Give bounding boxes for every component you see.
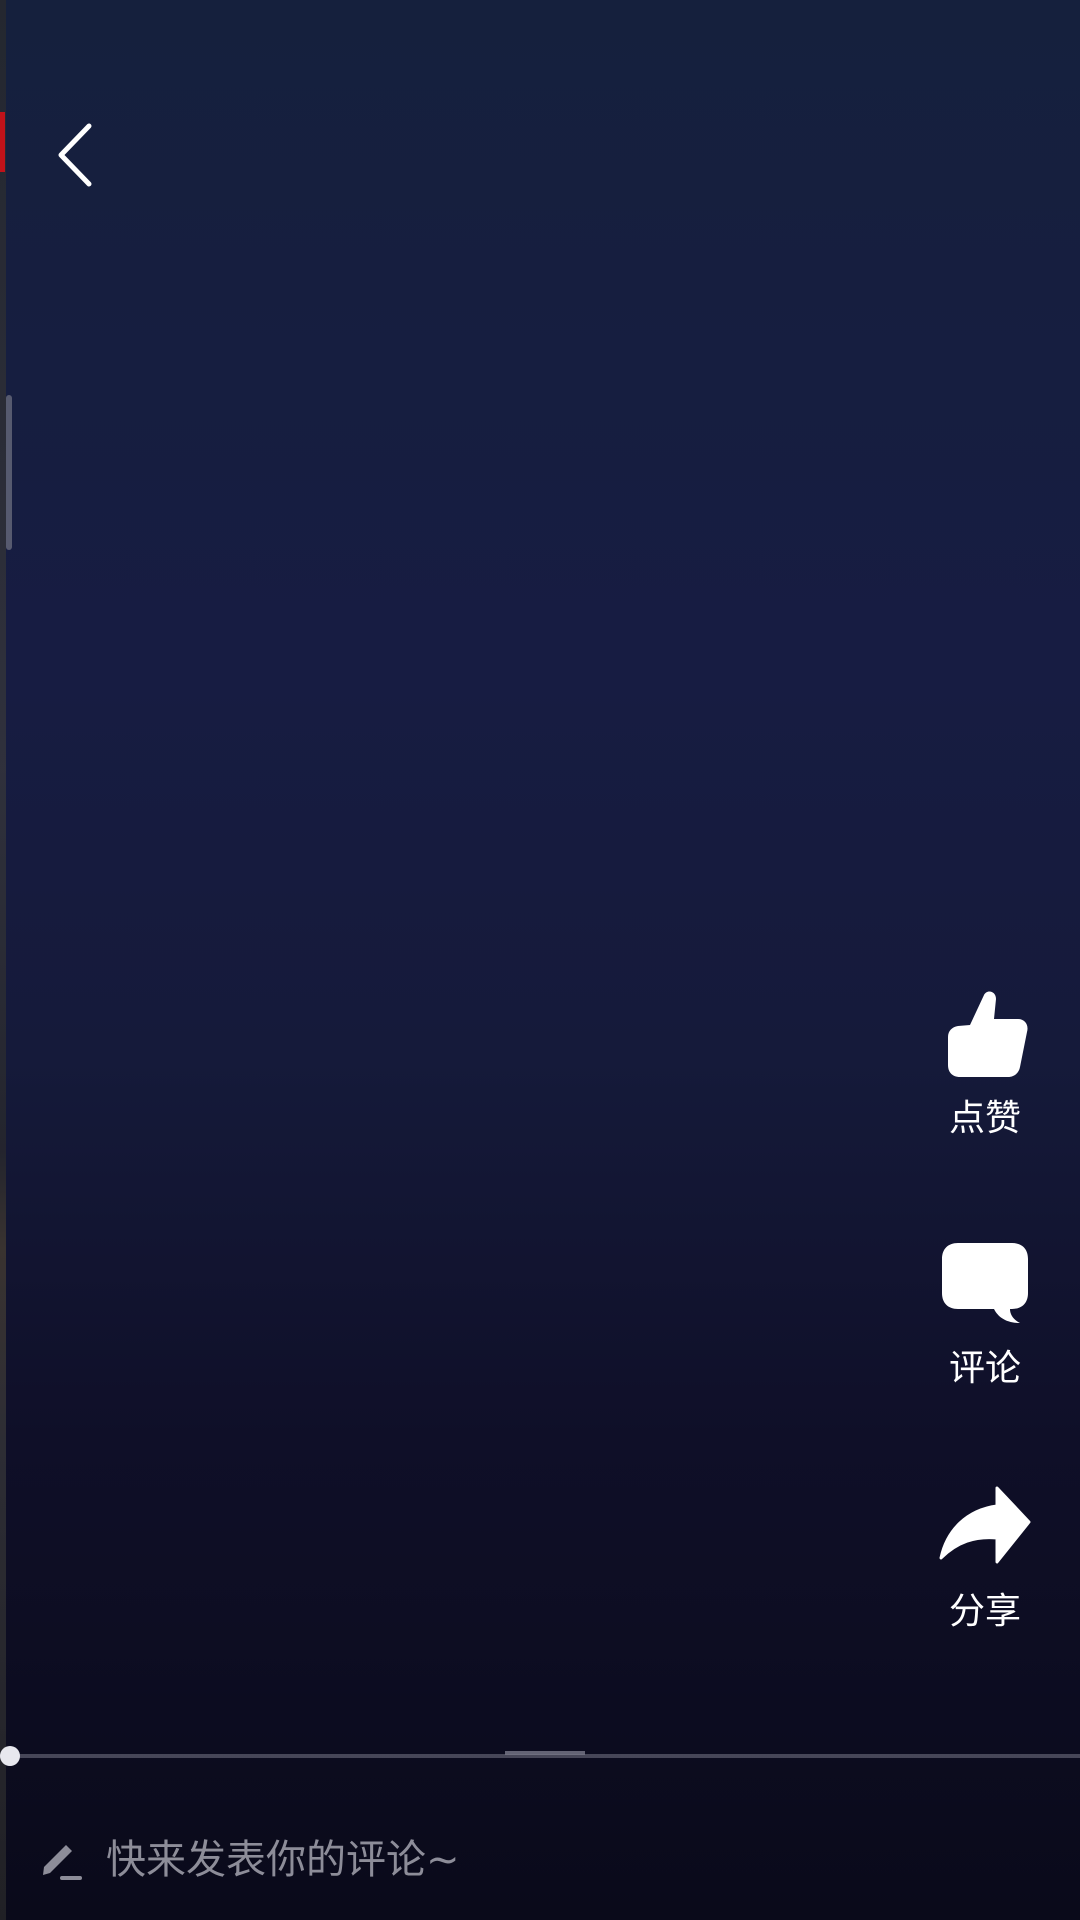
comment-label: 评论 xyxy=(948,1348,1021,1389)
comment-input-placeholder: 快来发表你的评论~ xyxy=(106,1837,460,1883)
pencil-icon xyxy=(38,1837,84,1883)
progress-handle[interactable] xyxy=(0,1746,20,1766)
like-label: 点赞 xyxy=(948,1098,1021,1139)
scrollbar-thumb[interactable] xyxy=(6,395,12,550)
video-progress-bar[interactable] xyxy=(0,1746,1080,1766)
underlying-page-edge xyxy=(0,0,6,1920)
share-arrow-icon xyxy=(937,1478,1033,1574)
like-button[interactable]: 点赞 xyxy=(930,985,1040,1139)
share-label: 分享 xyxy=(948,1591,1021,1632)
comment-input-bar[interactable]: 快来发表你的评论~ xyxy=(0,1800,1080,1920)
video-player-screen: 点赞 评论 分享 快来发表你的评论~ xyxy=(0,0,1080,1920)
thumbs-up-icon xyxy=(937,985,1033,1081)
share-button[interactable]: 分享 xyxy=(930,1478,1040,1632)
comment-button[interactable]: 评论 xyxy=(930,1235,1040,1389)
back-button[interactable] xyxy=(40,115,110,195)
underlying-page-accent xyxy=(0,112,5,172)
back-arrow-icon xyxy=(58,123,92,187)
speech-bubble-icon xyxy=(937,1235,1033,1331)
